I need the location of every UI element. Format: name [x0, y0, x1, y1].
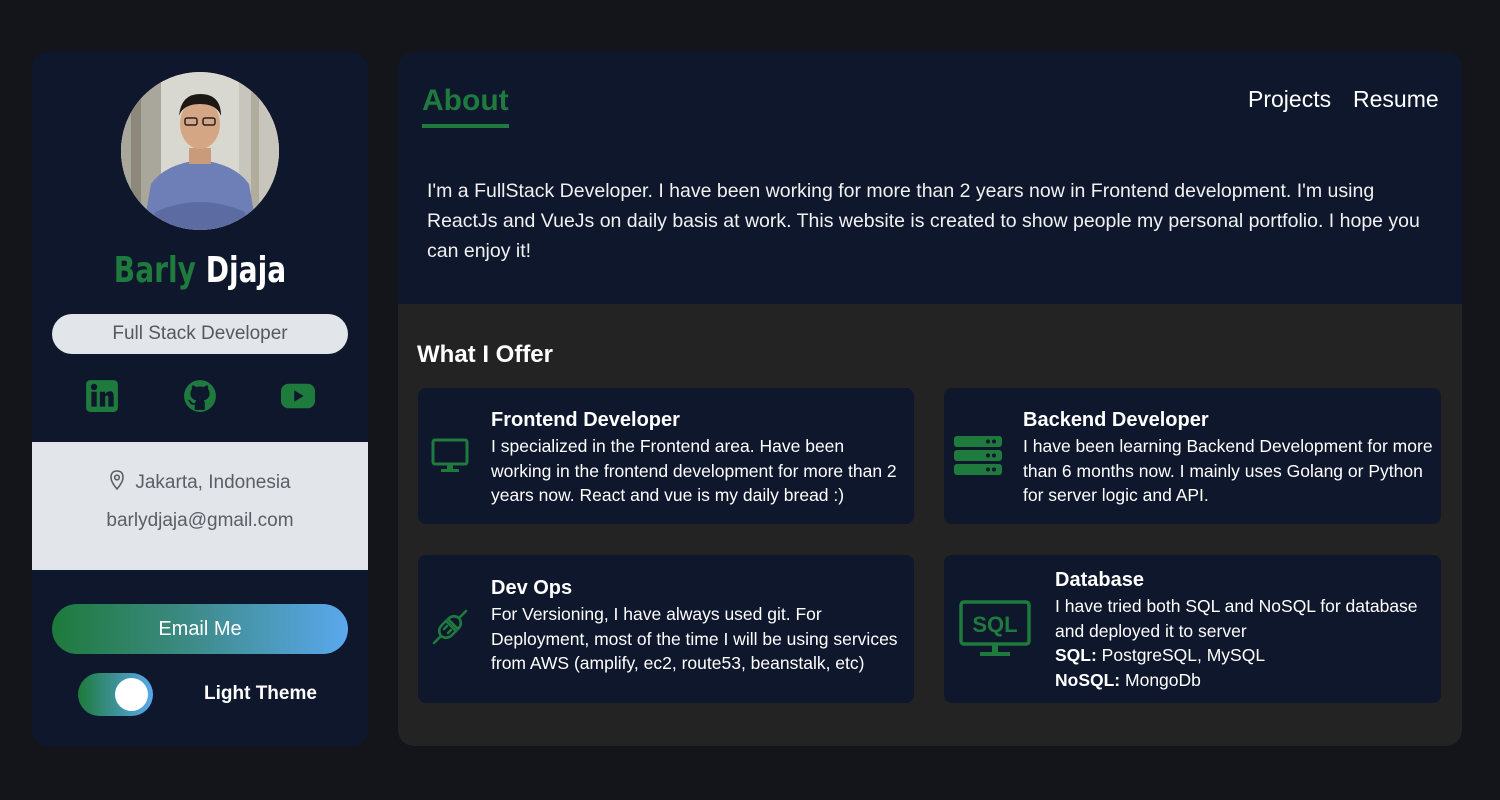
avatar-photo [121, 72, 279, 230]
card-description: For Versioning, I have always used git. … [491, 604, 898, 673]
linkedin-icon[interactable] [84, 378, 120, 414]
nav-resume[interactable]: Resume [1353, 86, 1439, 113]
role-badge: Full Stack Developer [52, 314, 348, 354]
sql-label: SQL: [1055, 645, 1097, 665]
offer-card-database: SQL Database I have tried both SQL and N… [944, 555, 1441, 703]
offer-card-backend: Backend Developer I have been learning B… [944, 388, 1441, 524]
toggle-knob [115, 678, 148, 711]
card-description: I have tried both SQL and NoSQL for data… [1055, 594, 1430, 692]
card-title: Dev Ops [491, 577, 573, 599]
nosql-line: NoSQL: MongoDb [1055, 668, 1430, 693]
github-icon[interactable] [182, 378, 218, 414]
about-section: About Projects Resume I'm a FullStack De… [398, 52, 1462, 304]
monitor-icon [430, 436, 470, 476]
main-panel: About Projects Resume I'm a FullStack De… [398, 52, 1462, 746]
offer-title: What I Offer [417, 341, 553, 368]
contact-info: Jakarta, Indonesia barlydjaja@gmail.com [32, 442, 368, 570]
card-description: I specialized in the Frontend area. Have… [491, 436, 897, 505]
profile-sidebar: Barly Djaja Full Stack Developer Jakarta… [32, 52, 368, 746]
svg-text:SQL: SQL [972, 612, 1017, 637]
card-description: I have been learning Backend Development… [1023, 436, 1433, 505]
sql-monitor-icon: SQL [958, 599, 1032, 661]
nosql-value: MongoDb [1120, 669, 1201, 690]
about-text: I'm a FullStack Developer. I have been w… [427, 180, 1420, 262]
location-pin-icon [109, 470, 125, 496]
theme-toggle[interactable] [78, 673, 153, 716]
social-links [32, 378, 368, 418]
offer-card-frontend: Frontend Developer I specialized in the … [418, 388, 914, 524]
card-title: Frontend Developer [491, 409, 680, 431]
nosql-label: NoSQL: [1055, 669, 1121, 690]
location-text: Jakarta, Indonesia [135, 472, 291, 493]
profile-name: Barly Djaja [69, 250, 331, 291]
email-me-button[interactable]: Email Me [52, 604, 348, 654]
youtube-icon[interactable] [280, 378, 316, 414]
plug-icon [430, 607, 470, 647]
server-icon [952, 432, 1004, 480]
avatar [121, 72, 279, 230]
location: Jakarta, Indonesia [32, 470, 368, 496]
sql-line: SQL: PostgreSQL, MySQL [1055, 643, 1430, 668]
theme-label: Light Theme [204, 683, 317, 704]
offer-card-devops: Dev Ops For Versioning, I have always us… [418, 555, 914, 703]
last-name: Djaja [205, 250, 287, 291]
tab-about[interactable]: About [422, 84, 509, 128]
sql-value: PostgreSQL, MySQL [1096, 645, 1266, 665]
database-summary: I have tried both SQL and NoSQL for data… [1055, 596, 1418, 641]
email-address: barlydjaja@gmail.com [106, 510, 294, 531]
card-title: Backend Developer [1023, 409, 1209, 431]
first-name: Barly [113, 250, 196, 291]
card-title: Database [1055, 569, 1144, 591]
nav-projects[interactable]: Projects [1248, 86, 1331, 113]
